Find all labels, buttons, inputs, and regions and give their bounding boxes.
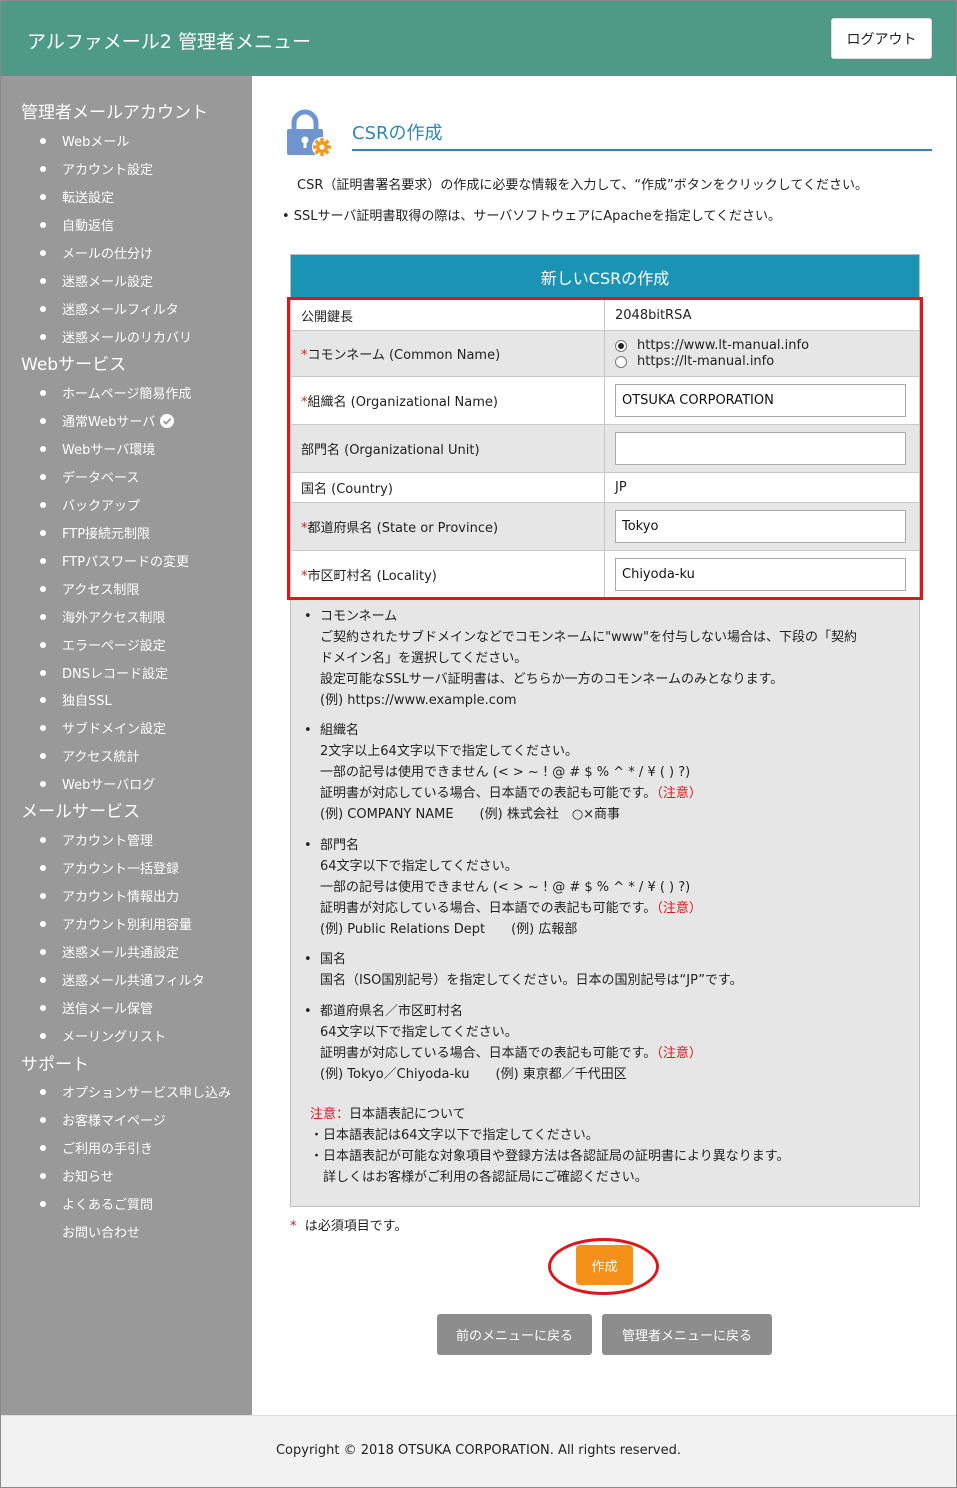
sidebar-item-overseas-access[interactable]: 海外アクセス制限 (40, 607, 165, 626)
sidebar-section-mail: メールサービス (21, 802, 140, 822)
sidebar-item-account-export[interactable]: アカウント情報出力 (40, 886, 179, 905)
note-org-name: • 組織名 2文字以上64文字以下で指定してください。 一部の記号は使用できませ… (304, 723, 702, 822)
csr-form-table: 公開鍵長 2048bitRSA *コモンネーム (Common Name) ht… (290, 299, 920, 599)
state-label: 都道府県名 (State or Province) (307, 521, 499, 536)
row-common-name: *コモンネーム (Common Name) https://www.lt-man… (290, 330, 920, 377)
sidebar-item-guide[interactable]: ご利用の手引き (40, 1138, 153, 1157)
intro-text: CSR（証明書署名要求）の作成に必要な情報を入力して、“作成”ボタンをクリックし… (297, 178, 869, 193)
sidebar-item-ftp-source[interactable]: FTP接続元制限 (40, 523, 150, 542)
sidebar-item-faq[interactable]: よくあるご質問 (40, 1194, 153, 1213)
sidebar-item-common-spam-filter[interactable]: 迷惑メール共通フィルタ (40, 970, 205, 989)
panel-title: 新しいCSRの作成 (291, 255, 919, 298)
copyright: Copyright © 2018 OTSUKA CORPORATION. All… (275, 1443, 681, 1458)
caution-link[interactable]: （注意） (656, 1046, 702, 1061)
sidebar-section-web: Webサービス (21, 355, 127, 375)
sidebar-item-mailing-list[interactable]: メーリングリスト (40, 1026, 166, 1045)
sidebar-item-database[interactable]: データベース (40, 467, 139, 486)
caution-link[interactable]: （注意） (656, 901, 702, 916)
row-key-length: 公開鍵長 2048bitRSA (290, 299, 920, 331)
sidebar-item-common-spam-settings[interactable]: 迷惑メール共通設定 (40, 942, 179, 961)
sidebar-item-account-usage[interactable]: アカウント別利用容量 (40, 914, 192, 933)
note-locality: • 都道府県名／市区町村名 64文字以下で指定してください。 証明書が対応してい… (304, 1004, 702, 1082)
sidebar-section-support: サポート (21, 1055, 89, 1075)
country-label: 国名 (Country) (290, 472, 605, 503)
sidebar-item-spam-recovery[interactable]: 迷惑メールのリカバリ (40, 327, 192, 346)
sidebar-item-ftp-password[interactable]: FTPパスワードの変更 (40, 551, 189, 570)
radio-unselected[interactable] (615, 355, 627, 368)
admin-menu-button[interactable]: 管理者メニューに戻る (602, 1314, 772, 1355)
org-name-input[interactable] (615, 384, 906, 417)
row-org-name: *組織名 (Organizational Name) (290, 376, 920, 425)
row-locality: *市区町村名 (Locality) (290, 550, 920, 599)
ssl-note: • SSLサーバ証明書取得の際は、サーバソフトウェアにApacheを指定してくだ… (282, 209, 782, 224)
note-org-unit: • 部門名 64文字以下で指定してください。 一部の記号は使用できません (< … (304, 838, 702, 937)
sidebar: 管理者メールアカウント Webメール アカウント設定 転送設定 自動返信 メール… (1, 76, 252, 1415)
sidebar-item-account-mgmt[interactable]: アカウント管理 (40, 830, 153, 849)
common-name-label: コモンネーム (Common Name) (307, 348, 501, 363)
org-name-label: 組織名 (Organizational Name) (307, 395, 498, 410)
sidebar-item-ssl[interactable]: 独自SSL (40, 690, 112, 709)
row-country: 国名 (Country) JP (290, 472, 920, 503)
sidebar-item-option-service[interactable]: オプションサービス申し込み (40, 1082, 231, 1101)
sidebar-item-contact[interactable]: お問い合わせ (40, 1222, 140, 1241)
sidebar-item-backup[interactable]: バックアップ (40, 495, 140, 514)
sidebar-item-my-page[interactable]: お客様マイページ (40, 1110, 166, 1129)
sidebar-item-sent-archive[interactable]: 送信メール保管 (40, 998, 153, 1017)
sidebar-item-news[interactable]: お知らせ (40, 1166, 114, 1185)
sidebar-item-auto-reply[interactable]: 自動返信 (40, 215, 114, 234)
cn-option-domain[interactable]: https://lt-manual.info (615, 354, 909, 370)
radio-selected[interactable] (615, 339, 627, 352)
required-note: * は必須項目です。 (290, 1219, 408, 1234)
key-length-label: 公開鍵長 (290, 299, 605, 331)
caution-link[interactable]: （注意） (656, 786, 702, 801)
caution-heading: 注意： (310, 1107, 350, 1122)
app-header: アルファメール2 管理者メニュー ログアウト (1, 1, 956, 76)
sidebar-item-forwarding[interactable]: 転送設定 (40, 187, 114, 206)
sidebar-item-account-settings[interactable]: アカウント設定 (40, 159, 153, 178)
sidebar-item-webmail[interactable]: Webメール (40, 131, 129, 150)
row-state: *都道府県名 (State or Province) (290, 502, 920, 551)
row-org-unit: 部門名 (Organizational Unit) (290, 424, 920, 473)
org-unit-input[interactable] (615, 432, 906, 465)
sidebar-item-subdomain[interactable]: サブドメイン設定 (40, 718, 166, 737)
footer: Copyright © 2018 OTSUKA CORPORATION. All… (1, 1415, 956, 1487)
sidebar-item-spam-filter[interactable]: 迷惑メールフィルタ (40, 299, 179, 318)
state-input[interactable] (615, 510, 906, 543)
sidebar-item-bulk-register[interactable]: アカウント一括登録 (40, 858, 179, 877)
check-circle-icon (160, 413, 175, 428)
note-country: • 国名 国名（ISO国別記号）を指定してください。日本の国別記号は“JP”です… (304, 952, 743, 988)
org-unit-label: 部門名 (Organizational Unit) (290, 424, 605, 473)
sidebar-item-error-page[interactable]: エラーページ設定 (40, 635, 166, 654)
create-button[interactable]: 作成 (576, 1245, 633, 1285)
title-divider (352, 149, 932, 151)
sidebar-item-web-env[interactable]: Webサーバ環境 (40, 439, 155, 458)
sidebar-item-mail-sorting[interactable]: メールの仕分け (40, 243, 153, 262)
sidebar-item-spam-settings[interactable]: 迷惑メール設定 (40, 271, 153, 290)
sidebar-item-dns-record[interactable]: DNSレコード設定 (40, 663, 168, 682)
logout-button[interactable]: ログアウト (831, 18, 932, 59)
sidebar-section-admin-mail: 管理者メールアカウント (21, 103, 208, 123)
cn-option-www[interactable]: https://www.lt-manual.info (615, 338, 909, 354)
sidebar-item-access-stats[interactable]: アクセス統計 (40, 746, 139, 765)
locality-input[interactable] (615, 558, 906, 591)
lock-gear-icon (287, 109, 332, 157)
back-button[interactable]: 前のメニューに戻る (437, 1314, 592, 1355)
country-value: JP (604, 472, 920, 503)
sidebar-item-homepage-builder[interactable]: ホームページ簡易作成 (40, 383, 191, 402)
app-title: アルファメール2 管理者メニュー (27, 31, 311, 53)
key-length-value: 2048bitRSA (604, 299, 920, 331)
page-title: CSRの作成 (352, 123, 443, 144)
caution-block: 注意：日本語表記について ・日本語表記は64文字以下で指定してください。 ・日本… (310, 1107, 790, 1185)
sidebar-item-web-log[interactable]: Webサーバログ (40, 774, 155, 793)
locality-label: 市区町村名 (Locality) (307, 569, 437, 584)
sidebar-item-access-limit[interactable]: アクセス制限 (40, 579, 139, 598)
sidebar-item-web-server[interactable]: 通常Webサーバ (40, 411, 175, 430)
note-common-name: • コモンネーム ご契約されたサブドメインなどでコモンネームに"www"を付与し… (304, 609, 857, 708)
